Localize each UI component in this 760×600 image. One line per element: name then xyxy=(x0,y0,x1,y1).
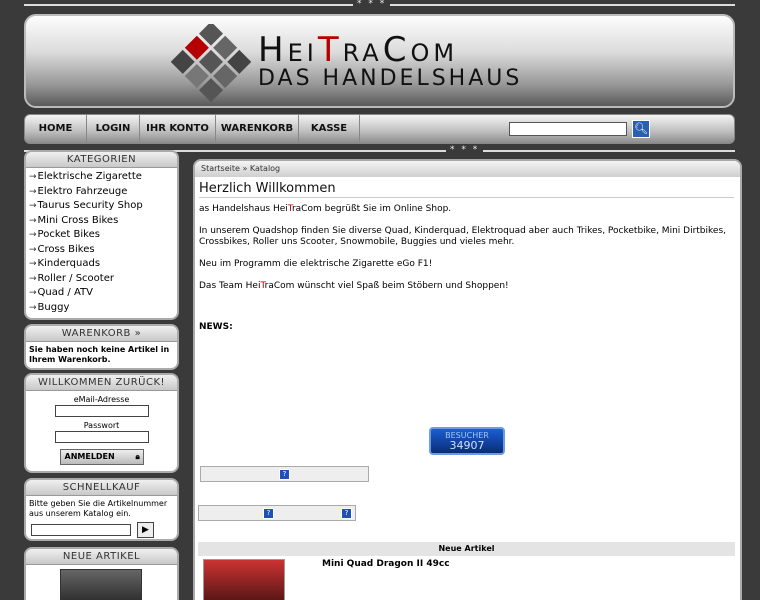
logo-diamond-icon xyxy=(171,24,251,103)
news-label: NEWS: xyxy=(199,322,233,332)
arrow-icon: → xyxy=(29,186,37,197)
category-item[interactable]: →Buggy xyxy=(29,301,174,316)
brand-tagline: DAS HANDELSHAUS xyxy=(258,66,523,91)
categories-title: KATEGORIEN xyxy=(26,152,177,168)
login-button[interactable]: ANMELDEN 🔒︎ xyxy=(59,449,144,465)
cart-empty-text: Sie haben noch keine Artikel in Ihrem Wa… xyxy=(29,345,170,364)
password-label: Passwort xyxy=(83,421,120,430)
category-item[interactable]: →Cross Bikes xyxy=(29,243,174,258)
new-product-note: Neu im Programm die elektrische Zigarett… xyxy=(199,259,433,269)
arrow-icon: → xyxy=(29,172,37,182)
category-item[interactable]: →Mini Cross Bikes xyxy=(29,214,174,229)
shop-description: In unserem Quadshop finden Sie diverse Q… xyxy=(199,226,726,247)
arrow-icon: → xyxy=(29,302,37,313)
main-nav: HOME LOGIN IHR KONTO WARENKORB KASSE 🔍︎ xyxy=(24,114,735,144)
email-field[interactable] xyxy=(54,405,149,417)
arrow-icon: → xyxy=(29,273,37,284)
visitor-counter: BESUCHER 34907 xyxy=(429,427,505,455)
category-item[interactable]: →Roller / Scooter xyxy=(29,272,174,287)
quickbuy-title: SCHNELLKAUF xyxy=(26,480,177,496)
nav-login[interactable]: LOGIN xyxy=(87,115,140,143)
new-articles-header: Neue Artikel xyxy=(198,542,735,556)
nav-checkout[interactable]: KASSE xyxy=(299,115,360,143)
page-title: Herzlich Willkommen xyxy=(199,181,734,198)
category-item[interactable]: →Elektrische Zigarette xyxy=(29,170,174,185)
mid-stars: * * * xyxy=(446,145,484,155)
nav-cart[interactable]: WARENKORB xyxy=(216,115,299,143)
quickbuy-button[interactable]: ▶ xyxy=(137,522,154,538)
login-title: WILLKOMMEN ZURÜCK! xyxy=(26,375,177,391)
category-item[interactable]: →Kinderquads xyxy=(29,257,174,272)
breadcrumb[interactable]: Startseite » Katalog xyxy=(195,161,740,177)
site-header: HeiTraCom DAS HANDELSHAUS xyxy=(24,14,735,108)
search-input[interactable] xyxy=(509,122,627,136)
nav-home[interactable]: HOME xyxy=(25,115,87,143)
main-content: Startseite » Katalog Herzlich Willkommen… xyxy=(193,159,742,600)
widget-bar: ? xyxy=(200,466,369,482)
article-number-input[interactable] xyxy=(31,524,131,536)
new-items-box: NEUE ARTIKEL xyxy=(24,547,179,600)
quickbuy-text: Bitte geben Sie die Artikelnummer aus un… xyxy=(29,499,168,518)
help-icon[interactable]: ? xyxy=(341,508,352,519)
product-image[interactable] xyxy=(203,559,285,600)
login-box: WILLKOMMEN ZURÜCK! eMail-Adresse Passwor… xyxy=(24,373,179,473)
cart-icon: 🔒︎ xyxy=(135,452,140,461)
help-icon[interactable]: ? xyxy=(263,508,274,519)
team-greeting: Das Team HeiTraCom wünscht viel Spaß bei… xyxy=(199,281,509,291)
widget-bar: ? ? xyxy=(198,505,356,521)
brand-name: HeiTraCom xyxy=(258,30,459,70)
categories-box: KATEGORIEN →Elektrische Zigarette →Elekt… xyxy=(24,150,179,320)
arrow-icon: → xyxy=(29,201,37,211)
cart-title[interactable]: WARENKORB » xyxy=(26,326,177,342)
search-icon[interactable]: 🔍︎ xyxy=(632,120,650,138)
new-items-title: NEUE ARTIKEL xyxy=(26,549,177,565)
cart-box: WARENKORB » Sie haben noch keine Artikel… xyxy=(24,324,179,370)
quickbuy-box: SCHNELLKAUF Bitte geben Sie die Artikeln… xyxy=(24,478,179,541)
arrow-icon: → xyxy=(29,259,37,269)
category-item[interactable]: →Elektro Fahrzeuge xyxy=(29,185,174,200)
nav-account[interactable]: IHR KONTO xyxy=(140,115,216,143)
category-item[interactable]: →Quad / ATV xyxy=(29,286,174,301)
email-label: eMail-Adresse xyxy=(73,395,130,404)
arrow-icon: → xyxy=(29,244,37,255)
category-item[interactable]: →Taurus Security Shop xyxy=(29,199,174,214)
category-item[interactable]: →Pocket Bikes xyxy=(29,228,174,243)
arrow-icon: → xyxy=(29,230,37,240)
arrow-icon: → xyxy=(29,288,37,298)
product-name-link[interactable]: Mini Quad Dragon II 49cc xyxy=(322,559,450,569)
password-field[interactable] xyxy=(54,431,149,443)
new-item-thumbnail[interactable] xyxy=(60,569,142,600)
arrow-icon: → xyxy=(29,215,37,226)
help-icon[interactable]: ? xyxy=(279,469,290,480)
top-stars: * * * xyxy=(353,0,391,9)
intro-text: as Handelshaus HeiTraCom begrüßt Sie im … xyxy=(199,204,452,214)
